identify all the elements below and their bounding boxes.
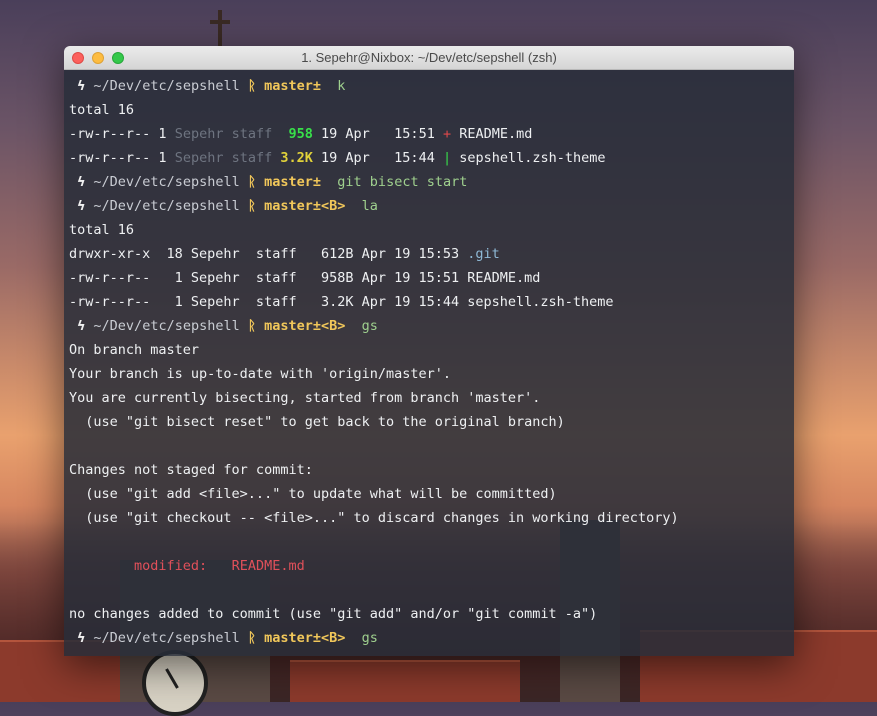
output-line: (use "git checkout -- <file>..." to disc… — [69, 510, 679, 526]
output-line: -rw-r--r-- 1 Sepehr staff 958 19 Apr 15:… — [69, 126, 533, 142]
output-line: -rw-r--r-- 1 Sepehr staff 958B Apr 19 15… — [69, 270, 541, 286]
terminal-window: 1. Sepehr@Nixbox: ~/Dev/etc/sepshell (zs… — [64, 46, 794, 656]
bolt-icon: ϟ — [77, 78, 86, 94]
branch-icon: ᚱ — [247, 318, 256, 334]
prompt-line: ϟ ~/Dev/etc/sepshell ᚱ master±<B> gs — [77, 318, 378, 334]
output-line: Your branch is up-to-date with 'origin/m… — [69, 366, 452, 382]
bolt-icon: ϟ — [77, 630, 86, 646]
bolt-icon: ϟ — [77, 318, 86, 334]
output-line: (use "git bisect reset" to get back to t… — [69, 414, 565, 430]
rooftop — [290, 660, 520, 702]
prompt-line: ϟ ~/Dev/etc/sepshell ᚱ master± git bisec… — [77, 174, 468, 190]
output-line: drwxr-xr-x 18 Sepehr staff 612B Apr 19 1… — [69, 246, 500, 262]
output-line: total 16 — [69, 222, 135, 238]
church-cross — [210, 10, 230, 46]
output-line: On branch master — [69, 342, 200, 358]
clock-face — [142, 650, 208, 716]
output-line: total 16 — [69, 102, 135, 118]
branch-icon: ᚱ — [247, 78, 256, 94]
bolt-icon: ϟ — [77, 174, 86, 190]
prompt-line: ϟ ~/Dev/etc/sepshell ᚱ master±<B> gs — [77, 630, 378, 646]
branch-icon: ᚱ — [247, 174, 256, 190]
bolt-icon: ϟ — [77, 198, 86, 214]
branch-icon: ᚱ — [247, 630, 256, 646]
output-line: -rw-r--r-- 1 Sepehr staff 3.2K Apr 19 15… — [69, 294, 614, 310]
prompt-line: ϟ ~/Dev/etc/sepshell ᚱ master± k — [77, 78, 346, 94]
title-bar[interactable]: 1. Sepehr@Nixbox: ~/Dev/etc/sepshell (zs… — [64, 46, 794, 70]
output-line: -rw-r--r-- 1 Sepehr staff 3.2K 19 Apr 15… — [69, 150, 606, 166]
terminal-output[interactable]: ϟ ~/Dev/etc/sepshell ᚱ master± k total 1… — [64, 70, 794, 656]
window-title: 1. Sepehr@Nixbox: ~/Dev/etc/sepshell (zs… — [301, 50, 557, 65]
branch-icon: ᚱ — [247, 198, 256, 214]
output-line: Changes not staged for commit: — [69, 462, 313, 478]
output-line: no changes added to commit (use "git add… — [69, 606, 598, 622]
output-line: (use "git add <file>..." to update what … — [69, 486, 557, 502]
output-line: You are currently bisecting, started fro… — [69, 390, 541, 406]
prompt-line: ϟ ~/Dev/etc/sepshell ᚱ master±<B> la — [77, 198, 378, 214]
output-line: modified: README.md — [69, 558, 305, 574]
